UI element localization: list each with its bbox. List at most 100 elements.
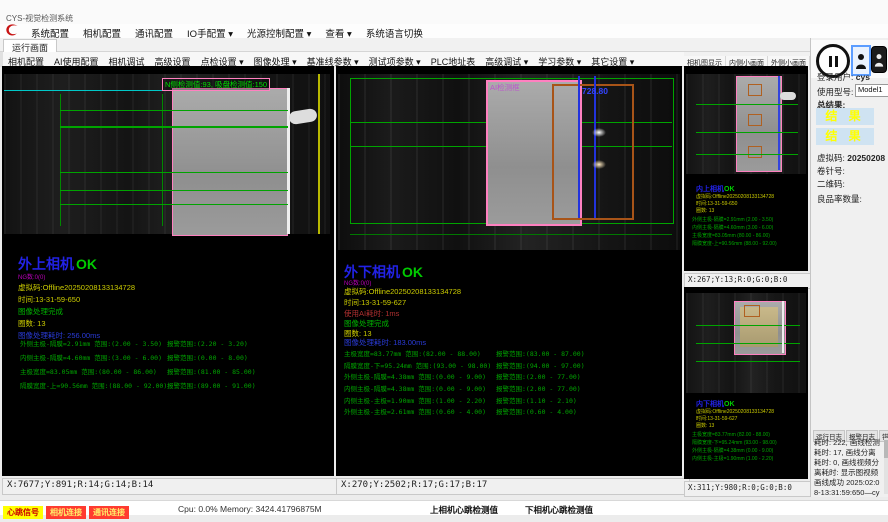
login-user-label: 登录用户: cys (817, 71, 870, 83)
elapsed-line: 图像处理耗时: 183.00ms (344, 337, 426, 348)
log-scrollbar[interactable] (884, 438, 888, 494)
status-badge: 心跳信号 (3, 506, 43, 519)
camera-image: AI检测框 728.80 (338, 74, 680, 250)
alarm-range: 报警范围:(2.00 - 77.00) (496, 371, 581, 381)
yield-count-label: 良品率数量: (817, 193, 862, 205)
camera-name: 内下相机 (696, 401, 724, 408)
camera-image: N侧检测值:93, 吸盘检测值:150 (4, 74, 330, 234)
ai-roi-box (748, 146, 762, 158)
overlay-line (782, 301, 784, 353)
overlay-line (60, 190, 288, 191)
overlay-line (594, 76, 596, 218)
result-ok-label: OK (76, 256, 97, 272)
overlay-line (60, 126, 288, 128)
result-ok-label: OK (402, 264, 423, 280)
info-line: 虚拟码:Offline20250208133134728 (696, 409, 774, 416)
measurement-list: 外侧主极-隔膜=2.91mm (2.00 - 3.50)内侧主极-隔膜=4.60… (692, 216, 777, 248)
camera-view-inner-upper[interactable]: 内上相机OK 虚拟码:Offline20250208133134728时间:13… (684, 66, 808, 271)
control-panel: 登录用户: cys 使用型号: Model1 总结果: 结 果 结 果 虚拟码:… (810, 38, 888, 497)
alarm-range: 报警范围:(0.00 - 8.00) (167, 352, 248, 362)
status-badges: 心跳信号相机连接通讯连接 (3, 502, 132, 520)
user-icon (855, 52, 867, 70)
toolbar: 相机配置AI使用配置相机调试高级设置点检设置 ▾图像处理 ▾基准线参数 ▾测试项… (0, 52, 687, 67)
measurement-list: 外侧主极-隔膜=2.91mm 范围:(2.00 - 3.50) 报警范围:(2.… (20, 338, 330, 394)
info-line: 圈数: 13 (696, 208, 774, 215)
measurement-row: 隔膜宽度-下=95.24mm 范围:(93.00 - 98.00) 报警范围:(… (344, 360, 678, 372)
camera-view-inner-lower[interactable]: 内下相机OK 虚拟码:Offline20250208133134728时间:13… (684, 287, 808, 479)
info-line: 虚拟码:Offline20250208133134728 (696, 194, 774, 201)
virtual-code-value: 20250208 (847, 153, 885, 163)
camera-view-outer-upper[interactable]: N侧检测值:93, 吸盘检测值:150 外上相机OK NG数:0(0) 虚拟码:… (2, 66, 334, 476)
login-user-caption: 登录用户: (817, 72, 853, 82)
overlay-line (350, 234, 672, 235)
lower-camera-heartbeat: 下相机心跳检测值 (525, 504, 593, 516)
camera-name: 外上相机 (18, 256, 74, 272)
ng-count-line: NG数:0(0) (18, 272, 45, 281)
measure-overlay-label: N侧检测值:93, 吸盘检测值:150 (162, 78, 270, 91)
info-lines: 虚拟码:Offline20250208133134728时间:13-31-59-… (696, 409, 774, 430)
virtual-code-label: 虚拟码: 20250208 (817, 152, 885, 164)
overlay-line (60, 172, 288, 173)
operator-button[interactable] (871, 46, 887, 73)
camera-name: 内上相机 (696, 186, 724, 193)
camera-image (686, 74, 806, 174)
turn-count-line: 圈数: 13 (18, 318, 46, 329)
time-line: 时间:13-31-59-627 (344, 297, 406, 308)
info-line: 圈数: 13 (696, 423, 774, 430)
app-logo-icon (4, 22, 20, 38)
info-line: 时间:13-31-59-650 (696, 201, 774, 208)
log-text: 耗时: 222, 画线检测耗时: 17, 画线分离耗时: 0, 画线视频分离耗时… (814, 438, 882, 497)
camera-result-title: 外上相机OK (18, 254, 97, 274)
measurement-row: 内侧主极-隔膜=4.60mm 范围:(3.00 - 6.00) 报警范围:(0.… (20, 352, 330, 366)
alarm-range: 报警范围:(89.00 - 91.00) (167, 380, 256, 390)
measurement-value: 隔膜宽度-上=90.56mm 范围:(88.00 - 92.00) (20, 382, 167, 390)
result-badge-1: 结 果 (816, 108, 874, 125)
measurement-list: 主极宽度=83.77mm (82.00 - 88.00)隔膜宽度-下=95.24… (692, 431, 777, 463)
ai-roi-box (748, 114, 762, 126)
measurement-row: 内侧主极-隔膜=4.60mm (3.00 - 6.00) (692, 224, 777, 232)
tab-run-screen[interactable]: 运行画面 (3, 39, 57, 53)
cpu-memory-readout: Cpu: 0.0% Memory: 3424.41796875M (178, 504, 322, 514)
alarm-range: 报警范围:(83.00 - 87.00) (496, 348, 585, 358)
ai-roi-box (748, 84, 762, 96)
overlay-line (696, 132, 798, 133)
overlay-line (60, 94, 61, 226)
connector-part (288, 108, 318, 125)
virtual-code-line: 虚拟码:Offline20250208133134728 (344, 286, 461, 297)
process-done-line: 图像处理完成 (18, 306, 63, 317)
result-ok-label: OK (724, 186, 735, 193)
measurement-value: 外侧主极-主极=2.61mm 范围:(0.60 - 4.00) (344, 408, 486, 416)
model-select[interactable]: Model1 (855, 84, 888, 97)
overlay-line (696, 154, 798, 155)
upper-camera-heartbeat: 上相机心跳检测值 (430, 504, 498, 516)
overlay-line (162, 94, 163, 226)
info-line: 时间:13-31-59-627 (696, 416, 774, 423)
small-view-tab-bar: 相机图显示内侧小画面外侧小画面 (684, 52, 810, 67)
alarm-range: 报警范围:(0.60 - 4.00) (496, 406, 577, 416)
menu: 系统配置相机配置通讯配置IO手配置 ▾光源控制配置 ▾查看 ▾系统语言切换 (24, 24, 430, 38)
cursor-coords-small2: X:311;Y:980;R:0;G:0;B:0 (684, 481, 814, 497)
overlay-line (60, 204, 288, 205)
measurement-value: 隔膜宽度-下=95.24mm 范围:(93.00 - 98.00) (344, 362, 491, 370)
connector-part (780, 92, 796, 100)
measurement-row: 外侧主极-隔膜=4.38mm (0.00 - 9.00) (692, 447, 777, 455)
overlay-line (578, 76, 580, 218)
menubar: 系统配置相机配置通讯配置IO手配置 ▾光源控制配置 ▾查看 ▾系统语言切换 (0, 24, 888, 38)
result-badge-2: 结 果 (816, 128, 874, 145)
overlay-line (696, 361, 800, 362)
measurement-value: 主极宽度=83.77mm 范围:(82.00 - 88.00) (344, 350, 481, 358)
log-scrollbar-thumb[interactable] (884, 440, 888, 458)
ai-roi-box (552, 84, 634, 220)
led-spot (592, 160, 606, 169)
alarm-range: 报警范围:(94.00 - 97.00) (496, 360, 585, 370)
virtual-code-caption: 虚拟码: (817, 153, 845, 163)
camera-result-title: 内上相机OK (696, 184, 735, 194)
info-lines: 虚拟码:Offline20250208133134728时间:13-31-59-… (696, 194, 774, 215)
measurement-value: 内侧主极-隔膜=4.38mm 范围:(0.00 - 9.00) (344, 385, 486, 393)
virtual-code-line: 虚拟码:Offline20250208133134728 (18, 282, 135, 293)
ai-measure-value: 728.80 (582, 86, 608, 96)
measurement-row: 主极宽度=83.77mm (82.00 - 88.00) (692, 431, 777, 439)
measurement-row: 隔膜宽度-上=90.56mm 范围:(88.00 - 92.00) 报警范围:(… (20, 380, 330, 394)
measurement-value: 内侧主极-隔膜=4.60mm 范围:(3.00 - 6.00) (20, 354, 162, 362)
camera-view-outer-lower[interactable]: AI检测框 728.80 外下相机OK NG数:0(0) 虚拟码:Offline… (336, 66, 682, 476)
